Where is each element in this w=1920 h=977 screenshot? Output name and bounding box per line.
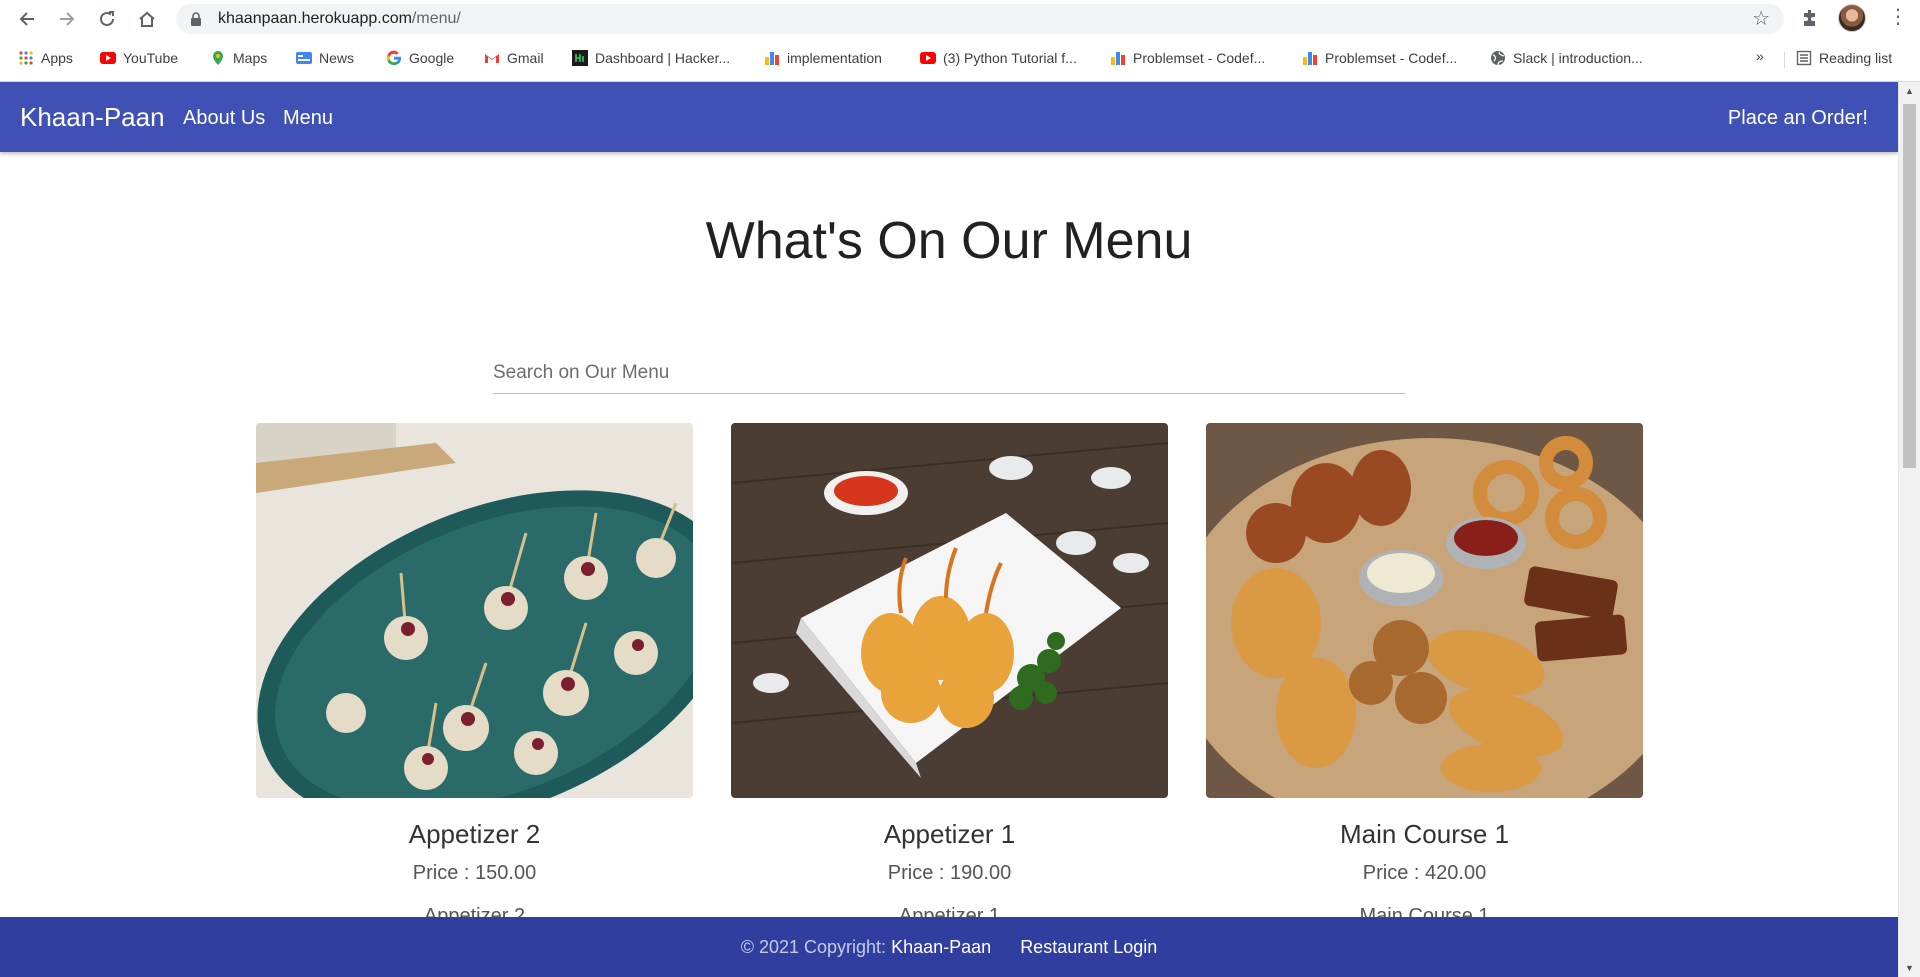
url-path: /menu/ — [411, 10, 461, 27]
bookmark-youtube[interactable]: YouTube — [100, 48, 178, 68]
youtube-icon — [920, 52, 936, 64]
skewered-rice-balls-photo — [256, 423, 693, 798]
maps-pin-icon — [213, 51, 223, 65]
card-title: Appetizer 2 — [408, 819, 541, 849]
bookmark-label: Google — [409, 50, 455, 66]
bookmark-slack[interactable]: Slack | introduction... — [1490, 48, 1643, 68]
bookmark-problemset-1[interactable]: Problemset - Codef... — [1110, 48, 1265, 68]
bookmark-label: Gmail — [507, 50, 544, 66]
card-title: Appetizer 1 — [883, 819, 1016, 849]
back-icon[interactable] — [14, 6, 40, 32]
fried-shrimp-plate-photo — [731, 423, 1168, 798]
page-footer: © 2021 Copyright: Khaan-Paan Restaurant … — [0, 917, 1898, 977]
bookmark-hackerrank[interactable]: Dashboard | Hacker... — [572, 48, 730, 68]
card-price: Price : 420.00 — [1362, 862, 1487, 884]
footer-brand-link[interactable]: Khaan-Paan — [891, 937, 991, 957]
restaurant-login-link[interactable]: Restaurant Login — [1020, 937, 1157, 957]
site-navbar: Khaan-Paan About Us Menu Place an Order! — [0, 82, 1898, 152]
url-text[interactable]: khaanpaan.herokuapp.com/menu/ — [218, 10, 461, 28]
bookmark-label: Problemset - Codef... — [1325, 50, 1458, 66]
bookmark-python-tutorial[interactable]: (3) Python Tutorial f... — [920, 48, 1077, 68]
bookmark-implementation[interactable]: implementation — [764, 48, 882, 68]
bookmark-google[interactable]: Google — [386, 48, 454, 68]
copyright-text: © 2021 Copyright: — [740, 937, 887, 957]
browser-toolbar: khaanpaan.herokuapp.com/menu/ ☆ ⋮ Apps Y… — [0, 0, 1920, 82]
page-title: What's On Our Menu — [705, 212, 1193, 270]
bookmark-label: Apps — [41, 50, 73, 66]
footer-text: © 2021 Copyright: Khaan-Paan Restaurant … — [0, 935, 1898, 959]
menu-card[interactable]: Appetizer 1 Price : 190.00 Appetizer 1 — [731, 423, 1168, 928]
menu-card[interactable]: Appetizer 2 Price : 150.00 Appetizer 2 — [256, 423, 693, 928]
bookmarks-separator — [1784, 52, 1785, 68]
bookmark-star-icon[interactable]: ☆ — [1752, 9, 1770, 29]
extensions-puzzle-icon[interactable] — [1800, 8, 1820, 33]
lock-icon — [190, 12, 202, 31]
codeforces-icon — [765, 52, 779, 65]
bookmark-news[interactable]: News — [296, 48, 354, 68]
youtube-icon — [100, 52, 116, 64]
browser-nav-row: khaanpaan.herokuapp.com/menu/ ☆ ⋮ — [0, 0, 1920, 38]
browser-menu-icon[interactable]: ⋮ — [1888, 6, 1908, 28]
menu-search-input[interactable] — [493, 352, 1405, 394]
nav-link-about-us[interactable]: About Us — [183, 106, 265, 130]
url-host: khaanpaan.herokuapp.com — [218, 10, 412, 27]
forward-icon[interactable] — [54, 6, 80, 32]
bookmark-maps[interactable]: Maps — [210, 48, 267, 68]
codeforces-icon — [1303, 52, 1317, 65]
bookmark-gmail[interactable]: Gmail — [484, 48, 544, 68]
card-price: Price : 150.00 — [412, 862, 537, 884]
profile-avatar[interactable] — [1838, 4, 1866, 32]
codeforces-icon — [1111, 52, 1125, 65]
place-order-link[interactable]: Place an Order! — [1728, 106, 1868, 130]
nav-link-menu[interactable]: Menu — [283, 106, 333, 130]
reload-icon[interactable] — [94, 6, 120, 32]
globe-icon — [1491, 51, 1505, 66]
bookmarks-overflow-icon[interactable]: » — [1756, 48, 1764, 64]
reading-list-label: Reading list — [1819, 50, 1893, 66]
bookmark-label: YouTube — [123, 50, 179, 66]
bookmark-label: (3) Python Tutorial f... — [943, 50, 1077, 66]
home-icon[interactable] — [134, 6, 160, 32]
bookmark-label: Problemset - Codef... — [1133, 50, 1266, 66]
fried-platter-photo — [1206, 423, 1643, 798]
page-scrollbar[interactable]: ▲ ▼ — [1898, 82, 1920, 977]
bookmarks-bar: Apps YouTube Maps News Google Gmail Dash… — [0, 44, 1920, 72]
apps-grid-icon — [19, 51, 33, 65]
card-title: Main Course 1 — [1339, 819, 1510, 849]
news-icon — [296, 52, 312, 64]
bookmark-label: News — [319, 50, 355, 66]
address-bar[interactable]: khaanpaan.herokuapp.com/menu/ ☆ — [176, 4, 1784, 34]
scroll-up-arrow-icon[interactable]: ▲ — [1905, 86, 1914, 96]
menu-card[interactable]: Main Course 1 Price : 420.00 Main Course… — [1206, 423, 1643, 928]
bookmark-apps[interactable]: Apps — [18, 48, 73, 68]
bookmark-problemset-2[interactable]: Problemset - Codef... — [1302, 48, 1457, 68]
bookmark-label: Slack | introduction... — [1513, 50, 1643, 66]
brand-logo[interactable]: Khaan-Paan — [20, 102, 165, 132]
bookmark-label: Dashboard | Hacker... — [595, 50, 731, 66]
bookmark-label: Maps — [233, 50, 268, 66]
scroll-down-arrow-icon[interactable]: ▼ — [1905, 963, 1914, 973]
scroll-thumb[interactable] — [1903, 104, 1916, 468]
card-price: Price : 190.00 — [887, 862, 1012, 884]
bookmark-label: implementation — [787, 50, 882, 66]
gmail-icon — [485, 54, 499, 63]
hackerrank-icon — [572, 50, 588, 66]
reading-list-icon — [1796, 50, 1812, 66]
reading-list-button[interactable]: Reading list — [1796, 48, 1892, 68]
google-icon — [386, 50, 402, 66]
